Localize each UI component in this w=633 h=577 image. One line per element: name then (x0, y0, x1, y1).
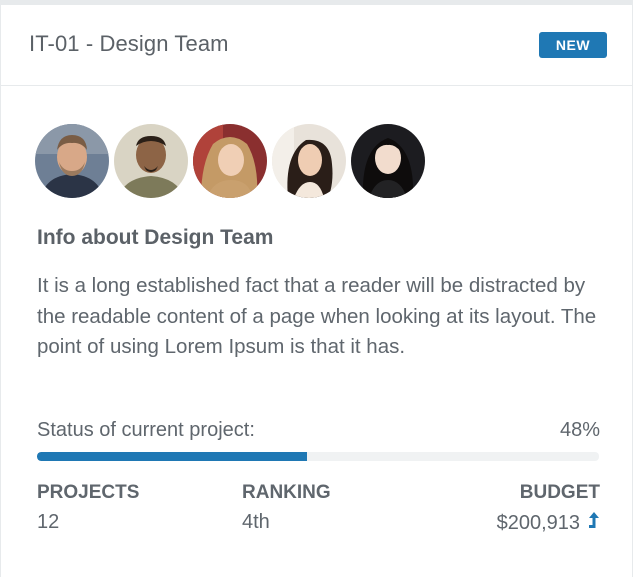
projects-value: 12 (37, 511, 60, 533)
team-avatars (35, 124, 430, 198)
card-title: IT-01 - Design Team (29, 31, 229, 56)
new-badge: NEW (539, 32, 607, 58)
ranking-stat: RANKING 4th (242, 482, 331, 534)
ranking-value: 4th (242, 511, 270, 533)
budget-stat: BUDGET $200,913 (497, 482, 600, 535)
budget-value: $200,913 (496, 511, 580, 534)
budget-label: BUDGET (519, 482, 600, 503)
budget-value-row: $200,913 (497, 511, 600, 535)
progress-fill (37, 452, 307, 461)
card-header: IT-01 - Design Team NEW (1, 5, 632, 86)
info-title: Info about Design Team (37, 226, 274, 249)
info-description: It is a long established fact that a rea… (37, 274, 597, 358)
project-progress-bar (37, 452, 599, 461)
projects-label: PROJECTS (37, 482, 140, 503)
status-label: Status of current project: (37, 419, 255, 441)
person-avatar-5[interactable] (351, 124, 425, 198)
projects-stat: PROJECTS 12 (37, 482, 139, 534)
person-avatar-2[interactable] (114, 124, 188, 198)
person-avatar-1[interactable] (35, 124, 109, 198)
status-percent: 48% (559, 419, 600, 441)
person-avatar-3[interactable] (193, 124, 267, 198)
arrow-up-icon (588, 511, 600, 535)
ranking-label: RANKING (242, 482, 331, 503)
person-avatar-4[interactable] (272, 124, 346, 198)
